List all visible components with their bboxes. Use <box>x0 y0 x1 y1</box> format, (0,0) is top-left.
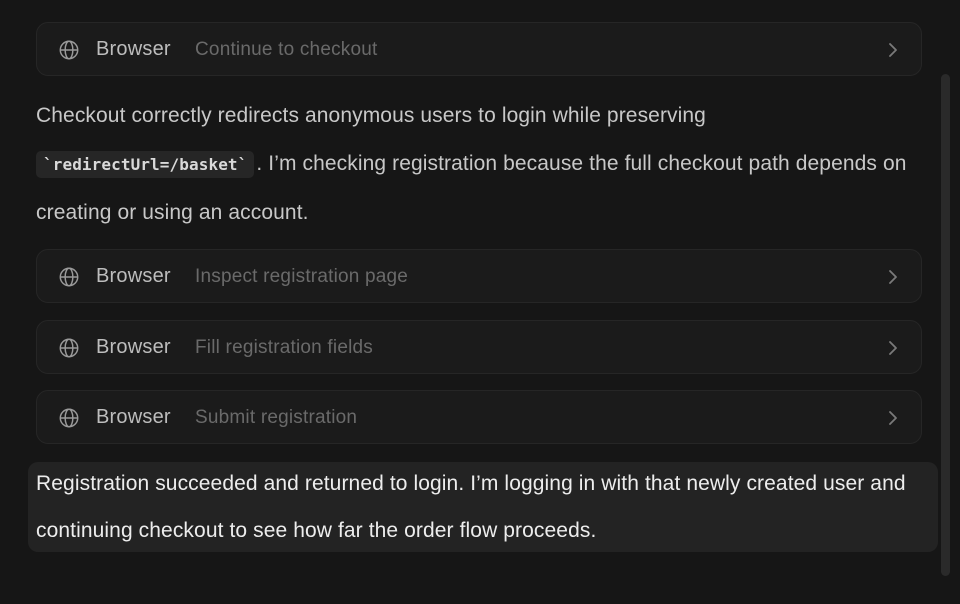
chevron-right-icon <box>889 341 897 355</box>
step-submit-registration[interactable]: Browser Submit registration <box>36 390 922 444</box>
chevron-right-icon <box>889 43 897 57</box>
step-tool-label: Browser <box>96 38 171 60</box>
chat-transcript: Browser Continue to checkout Checkout co… <box>0 0 960 604</box>
step-description: Continue to checkout <box>195 39 378 60</box>
chevron-right-icon <box>889 411 897 425</box>
step-description: Fill registration fields <box>195 337 373 358</box>
scrollbar[interactable] <box>941 74 950 576</box>
globe-icon <box>59 267 79 287</box>
assistant-message-highlighted: Registration succeeded and returned to l… <box>36 472 906 542</box>
step-tool-label: Browser <box>96 406 171 428</box>
step-inspect-registration-page[interactable]: Browser Inspect registration page <box>36 249 922 303</box>
step-tool-label: Browser <box>96 265 171 287</box>
chevron-right-icon <box>889 270 897 284</box>
step-description: Inspect registration page <box>195 266 409 287</box>
step-continue-to-checkout[interactable]: Browser Continue to checkout <box>36 22 922 76</box>
message-text-before: Checkout correctly redirects anonymous u… <box>36 104 706 127</box>
step-tool-label: Browser <box>96 336 171 358</box>
step-fill-registration-fields[interactable]: Browser Fill registration fields <box>36 320 922 374</box>
inline-code: `redirectUrl=/basket` <box>36 151 255 178</box>
globe-icon <box>59 40 79 60</box>
globe-icon <box>59 408 79 428</box>
step-description: Submit registration <box>195 407 358 428</box>
globe-icon <box>59 338 79 358</box>
assistant-message: Checkout correctly redirects anonymous u… <box>36 92 916 237</box>
